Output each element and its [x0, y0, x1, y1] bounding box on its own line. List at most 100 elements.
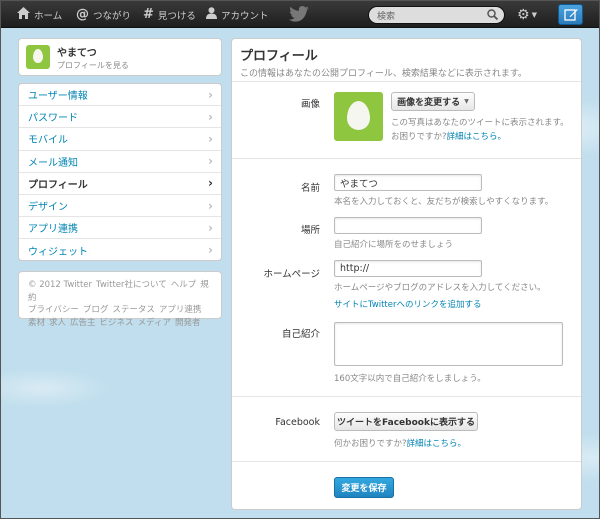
save-button[interactable]: 変更を保存	[334, 477, 394, 498]
facebook-connect-button[interactable]: ツイートをFacebookに表示する	[334, 412, 478, 431]
chevron-right-icon: ›	[208, 243, 213, 258]
user-icon	[206, 6, 217, 23]
at-icon: @	[76, 7, 89, 22]
twitter-bird-icon[interactable]	[289, 6, 309, 22]
sidebar-item-label: メール通知	[28, 157, 78, 169]
change-image-label: 画像を変更する	[397, 98, 461, 108]
chevron-right-icon: ›	[208, 154, 213, 169]
chevron-right-icon: ›	[208, 176, 213, 191]
gear-icon: ⚙	[517, 6, 530, 23]
sidebar-item-label: パスワード	[28, 113, 78, 125]
homepage-hint: ホームページやブログのアドレスを入力してください。	[334, 283, 546, 293]
nav-home-label: ホーム	[34, 10, 63, 22]
footer-link-about[interactable]: Twitter社について	[96, 280, 167, 290]
footer-link-developers[interactable]: 開発者	[175, 318, 201, 328]
change-image-button[interactable]: 画像を変更する ▼	[391, 92, 475, 111]
nav-connect[interactable]: @ つながり	[76, 1, 131, 28]
sidebar-item-profile[interactable]: プロフィール ›	[19, 172, 221, 195]
facebook-help-prefix: 何かお困りですか?	[334, 439, 407, 449]
name-field[interactable]	[334, 174, 482, 191]
settings-menu[interactable]: ⚙ ▼	[517, 5, 543, 24]
name-label: 名前	[300, 183, 320, 194]
name-hint: 本名を入力しておくと、友だちが検索しやすくなります。	[334, 197, 554, 207]
sidebar-item-label: モバイル	[28, 135, 68, 147]
add-twitter-link[interactable]: サイトにTwitterへのリンクを追加する	[334, 298, 482, 310]
homepage-label: ホームページ	[263, 269, 320, 280]
image-hint: この写真はあなたのツイートに表示されます。	[391, 118, 569, 128]
sidebar-item-label: アプリ連携	[28, 224, 78, 236]
sidebar-item-label: ウィジェット	[28, 246, 88, 258]
avatar[interactable]	[26, 45, 50, 69]
sidebar-item-account[interactable]: ユーザー情報 ›	[19, 84, 221, 107]
view-profile-link[interactable]: プロフィールを見る	[57, 60, 129, 71]
location-label: 場所	[300, 225, 320, 236]
hash-icon: #	[143, 7, 154, 22]
nav-account[interactable]: アカウント	[206, 1, 269, 28]
divider	[232, 461, 581, 462]
divider	[232, 396, 581, 397]
chevron-down-icon: ▼	[531, 10, 537, 19]
footer-link-business[interactable]: ビジネス	[100, 318, 134, 328]
search-icon[interactable]	[487, 9, 499, 23]
sidebar-item-password[interactable]: パスワード ›	[19, 106, 221, 129]
bio-hint: 160文字以内で自己紹介をしましょう。	[334, 374, 486, 384]
footer-link-jobs[interactable]: 求人	[49, 318, 66, 328]
facebook-label: Facebook	[275, 417, 320, 428]
sidebar-item-apps[interactable]: アプリ連携 ›	[19, 217, 221, 240]
footer-link-status[interactable]: ステータス	[112, 305, 155, 315]
homepage-field[interactable]	[334, 260, 482, 277]
image-help-link[interactable]: 詳細はこちら。	[447, 132, 507, 142]
footer-link-help[interactable]: ヘルプ	[171, 280, 197, 290]
facebook-connect-label: ツイートをFacebookに表示する	[337, 418, 475, 428]
chevron-right-icon: ›	[208, 220, 213, 235]
sidebar-item-label: プロフィール	[28, 179, 88, 191]
footer-link-media[interactable]: メディア	[138, 318, 171, 328]
top-navigation-bar: ホーム @ つながり # 見つける アカウント 検索 ⚙ ▼	[1, 1, 599, 28]
home-icon	[17, 6, 30, 23]
sidebar-item-widgets[interactable]: ウィジェット ›	[19, 239, 221, 261]
page-subtitle: この情報はあなたの公開プロフィール、検索結果などに表示されます。	[240, 69, 527, 79]
compose-tweet-button[interactable]	[558, 4, 583, 25]
image-help-prefix: お困りですか?	[391, 132, 447, 142]
nav-account-label: アカウント	[221, 10, 269, 22]
bio-field[interactable]	[334, 322, 563, 366]
chevron-right-icon: ›	[208, 109, 213, 124]
location-hint: 自己紹介に場所をのせましょう	[334, 240, 454, 250]
footer-link-resources[interactable]: 素材	[28, 318, 45, 328]
footer-link-privacy[interactable]: プライバシー	[28, 305, 79, 315]
nav-discover-label: 見つける	[157, 10, 196, 22]
profile-settings-panel: プロフィール この情報はあなたの公開プロフィール、検索結果などに表示されます。 …	[231, 38, 582, 510]
profile-image	[334, 92, 383, 141]
panel-header: プロフィール この情報はあなたの公開プロフィール、検索結果などに表示されます。	[232, 39, 581, 82]
compose-icon	[563, 9, 578, 21]
divider	[232, 158, 581, 159]
bio-label: 自己紹介	[281, 329, 320, 340]
copyright: © 2012 Twitter	[28, 280, 93, 290]
sidebar-item-label: デザイン	[28, 202, 68, 214]
profile-name[interactable]: やまてつ	[57, 44, 129, 59]
chevron-right-icon: ›	[208, 87, 213, 102]
chevron-right-icon: ›	[208, 131, 213, 146]
sidebar-item-label: ユーザー情報	[28, 91, 88, 103]
footer-links: © 2012 Twitter Twitter社について ヘルプ 規約 プライバシー ブロ…	[18, 271, 222, 328]
facebook-help-link[interactable]: 詳細はこちら。	[407, 439, 467, 449]
nav-connect-label: つながり	[93, 10, 132, 22]
facebook-help: 何かお困りですか?詳細はこちら。	[334, 437, 466, 449]
sidebar-item-design[interactable]: デザイン ›	[19, 195, 221, 218]
profile-summary-card[interactable]: やまてつ プロフィールを見る	[18, 38, 222, 76]
image-help: お困りですか?詳細はこちら。	[391, 130, 506, 142]
search-input[interactable]: 検索	[368, 6, 505, 24]
footer-link-advertisers[interactable]: 広告主	[70, 318, 96, 328]
search-placeholder: 検索	[377, 11, 396, 22]
nav-home[interactable]: ホーム	[17, 1, 62, 28]
footer-link-apps[interactable]: アプリ連携	[159, 305, 202, 315]
chevron-down-icon: ▼	[464, 98, 469, 105]
settings-sidebar: ユーザー情報 › パスワード › モバイル › メール通知 › プロフィール › デザイン…	[18, 83, 222, 261]
image-label: 画像	[300, 99, 320, 110]
nav-discover[interactable]: # 見つける	[143, 1, 196, 28]
location-field[interactable]	[334, 217, 482, 234]
sidebar-item-mobile[interactable]: モバイル ›	[19, 128, 221, 151]
page-title: プロフィール	[240, 49, 318, 64]
footer-link-blog[interactable]: ブログ	[83, 305, 109, 315]
sidebar-item-email[interactable]: メール通知 ›	[19, 151, 221, 173]
